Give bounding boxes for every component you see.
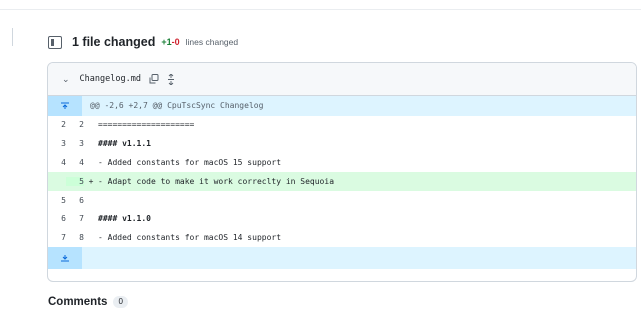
diff-line: 4 4 - Added constants for macOS 15 suppo…: [48, 153, 636, 172]
file-diff: ⌄ Changelog.md @@ -2,6 +2,7 @@ CpuTscSyn…: [47, 62, 637, 282]
diff-line: 2 2 ====================: [48, 116, 636, 135]
file-tree-toggle-icon[interactable]: [48, 35, 62, 49]
comments-title: Comments: [48, 296, 108, 308]
copy-icon[interactable]: [149, 74, 159, 84]
additions-count: +1: [161, 37, 172, 47]
new-line-number[interactable]: 4: [66, 158, 84, 167]
line-content: #### v1.1.0: [98, 214, 151, 224]
old-line-number[interactable]: 3: [48, 139, 66, 148]
new-line-number[interactable]: 5: [66, 176, 84, 186]
diff-line: 5 6: [48, 191, 636, 210]
new-line-number[interactable]: 2: [66, 120, 84, 129]
expand-down-icon[interactable]: [48, 247, 82, 270]
line-content: - Added constants for macOS 14 support: [98, 233, 282, 243]
deletions-count: -0: [171, 37, 180, 47]
top-divider: [0, 9, 641, 10]
diff-line: 7 8 - Added constants for macOS 14 suppo…: [48, 228, 636, 247]
diff-line: 6 7 #### v1.1.0: [48, 209, 636, 228]
left-divider: [12, 28, 13, 46]
old-line-number[interactable]: 4: [48, 158, 66, 167]
new-line-number[interactable]: 8: [66, 233, 84, 242]
file-header: ⌄ Changelog.md: [48, 63, 636, 96]
old-line-number[interactable]: 2: [48, 120, 66, 129]
new-line-number[interactable]: 7: [66, 214, 84, 223]
files-changed-count: 1 file changed: [72, 35, 156, 49]
new-line-number[interactable]: 3: [66, 139, 84, 148]
diff-lines: @@ -2,6 +2,7 @@ CpuTscSync Changelog 2 2…: [48, 96, 636, 270]
comments-count-badge: 0: [113, 296, 128, 308]
line-content: ====================: [98, 120, 195, 130]
lines-changed-label: lines changed: [185, 37, 239, 47]
expand-row: [48, 247, 636, 270]
line-content: - Added constants for macOS 15 support: [98, 157, 282, 167]
added-diff-line: 5 + - Adapt code to make it work correcl…: [48, 171, 636, 191]
hunk-header-text: @@ -2,6 +2,7 @@ CpuTscSync Changelog: [90, 101, 264, 111]
hunk-header-row: @@ -2,6 +2,7 @@ CpuTscSync Changelog: [48, 96, 636, 116]
diff-marker: +: [88, 176, 94, 186]
new-line-number[interactable]: 6: [66, 196, 84, 205]
diff-line: 3 3 #### v1.1.1: [48, 134, 636, 153]
chevron-down-icon[interactable]: ⌄: [62, 74, 70, 85]
old-line-number[interactable]: 7: [48, 233, 66, 242]
old-line-number[interactable]: 5: [48, 196, 66, 205]
expand-up-icon[interactable]: [48, 96, 82, 116]
old-line-number[interactable]: 6: [48, 214, 66, 223]
comments-section: Comments 0: [48, 296, 128, 308]
line-content: #### v1.1.1: [98, 139, 151, 149]
line-content: - Adapt code to make it work correclty i…: [98, 176, 335, 186]
file-name[interactable]: Changelog.md: [80, 74, 141, 84]
expand-all-icon[interactable]: [167, 73, 175, 85]
diff-summary: 1 file changed +1 -0 lines changed: [48, 33, 238, 51]
